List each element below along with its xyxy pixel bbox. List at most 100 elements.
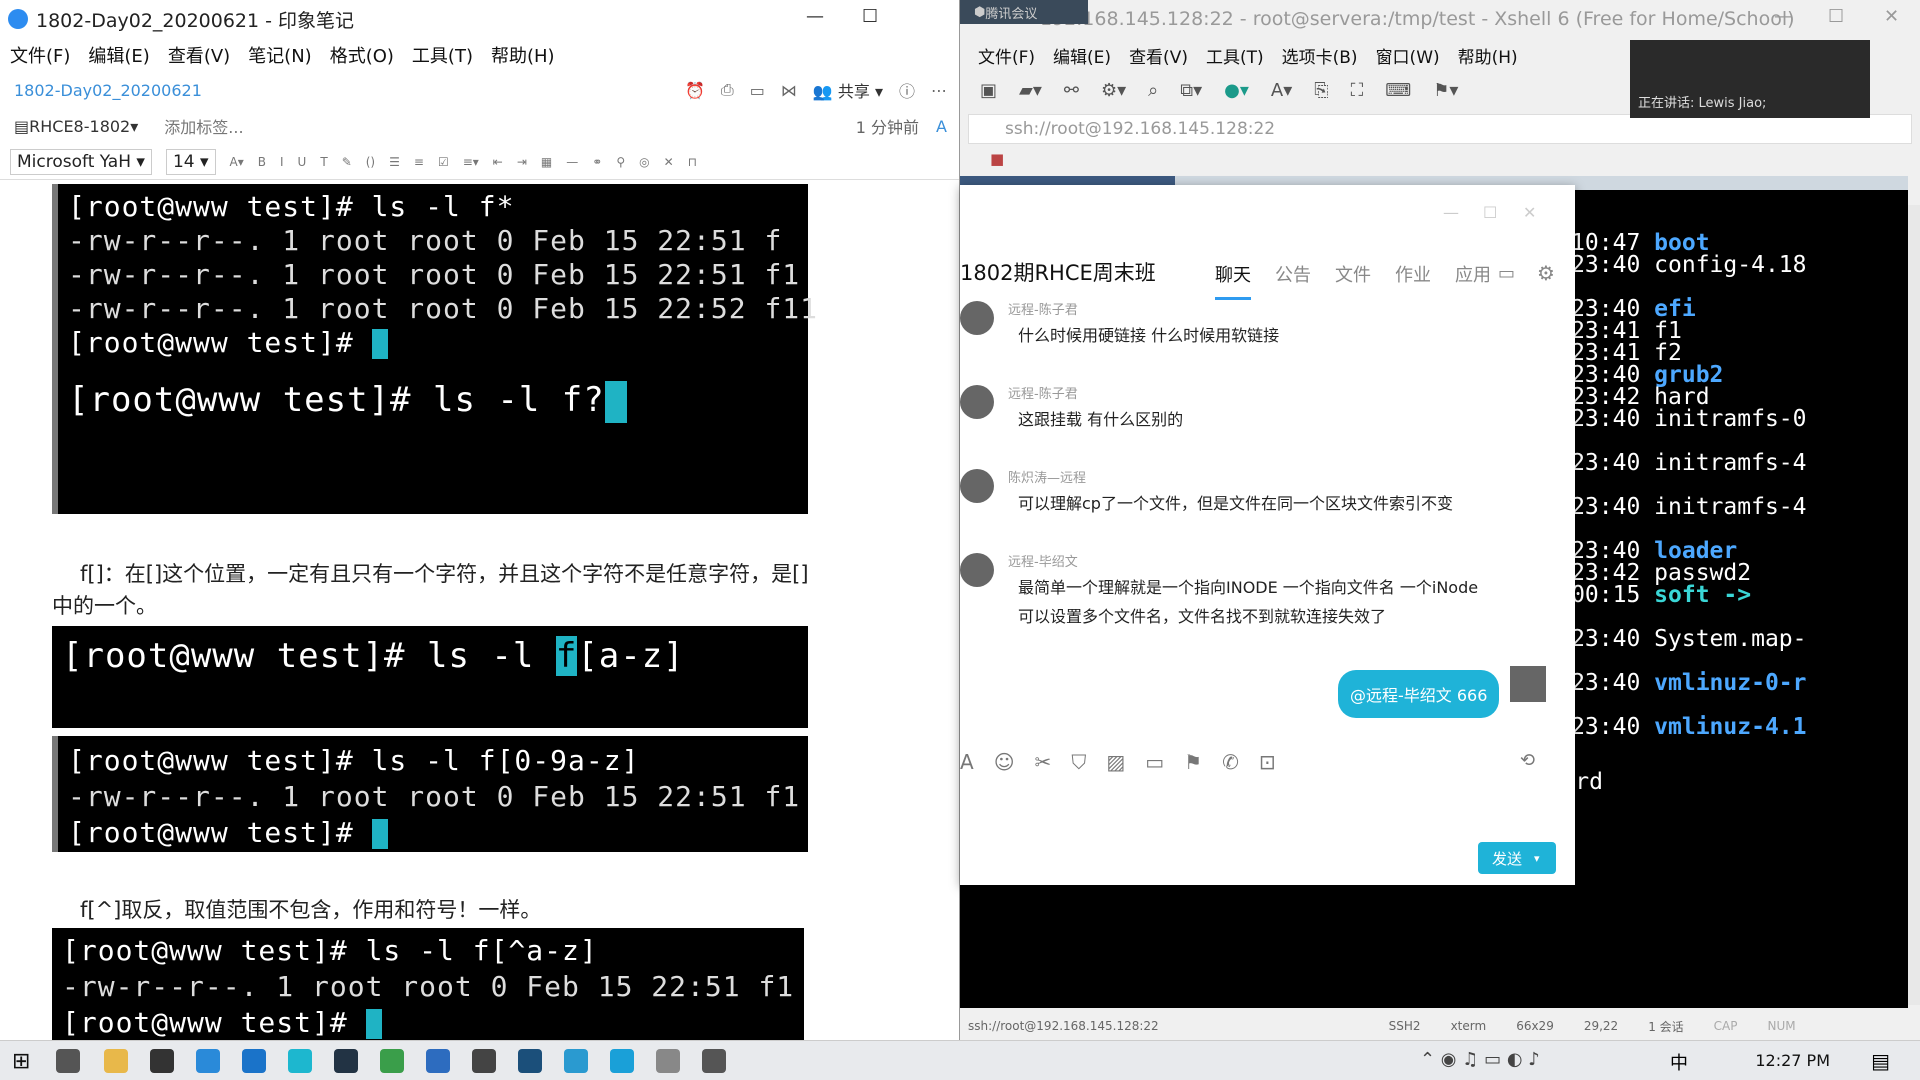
link-icon[interactable]: ⚭ (592, 155, 602, 169)
avatar[interactable] (960, 553, 994, 587)
windows-start-icon[interactable]: ⊞ (12, 1049, 30, 1074)
address-bar[interactable]: ssh://root@192.168.145.128:22 (968, 114, 1912, 144)
outdent-icon[interactable]: ⇤ (493, 155, 503, 169)
table-icon[interactable]: ▦ (541, 155, 552, 169)
my-avatar[interactable] (1510, 666, 1546, 702)
avatar[interactable] (960, 385, 994, 419)
menu-edit[interactable]: 编辑(E) (1053, 43, 1111, 68)
script-icon[interactable]: ⚑▾ (1433, 80, 1458, 101)
info-icon[interactable]: ⓘ (899, 78, 915, 102)
tab-chat[interactable]: 聊天 (1215, 261, 1251, 300)
tab-files[interactable]: 文件 (1335, 261, 1371, 300)
settings-icon[interactable]: ⚙ (1537, 261, 1555, 285)
share-button[interactable]: 👥 共享 ▾ (813, 78, 883, 102)
history-icon[interactable]: ⟲ (1520, 750, 1535, 771)
open-icon[interactable]: ▰▾ (1019, 80, 1042, 101)
strike-icon[interactable]: T (320, 155, 327, 169)
image-icon[interactable]: ▨ (1106, 750, 1125, 774)
chrome-icon[interactable] (380, 1049, 404, 1073)
shield-icon[interactable]: ⛉ (1071, 750, 1086, 774)
tab-notice[interactable]: 公告 (1275, 261, 1311, 300)
message-input[interactable] (960, 785, 1560, 833)
app-icon[interactable] (472, 1049, 496, 1073)
search-icon[interactable]: ⌕ (1148, 80, 1158, 101)
chevron-down-icon[interactable]: ▾ (1534, 852, 1540, 865)
font-size-select[interactable]: 14 ▾ (165, 148, 216, 175)
bold-icon[interactable]: B (258, 155, 266, 169)
ime-indicator[interactable]: 中 (1670, 1049, 1688, 1075)
emoji-icon[interactable]: ☺ (994, 750, 1015, 774)
italic-icon[interactable]: I (280, 155, 284, 169)
add-tag-input[interactable]: 添加标签... (164, 114, 243, 138)
notification-icon[interactable]: ▤ (1871, 1049, 1890, 1073)
align-icon[interactable]: ≡▾ (463, 155, 479, 169)
hr-icon[interactable]: — (566, 155, 578, 169)
app-icon[interactable] (610, 1049, 634, 1073)
app-icon[interactable] (656, 1049, 680, 1073)
edge-icon[interactable] (242, 1049, 266, 1073)
avatar[interactable] (960, 301, 994, 335)
meeting-app-icon[interactable] (288, 1049, 312, 1073)
tray-icons[interactable]: ⌃ ◉ ♫ ▭ ◐ ♪ (1420, 1049, 1540, 1070)
menu-help[interactable]: 帮助(H) (491, 42, 555, 68)
phone-icon[interactable]: ✆ (1222, 750, 1239, 774)
xshell-icon[interactable] (518, 1049, 542, 1073)
font-a-icon[interactable]: A (936, 117, 947, 136)
clear-format-icon[interactable]: ✕ (664, 155, 674, 169)
checkbox-icon[interactable]: ☑ (438, 155, 449, 169)
menu-format[interactable]: 格式(O) (330, 42, 394, 68)
highlight-icon[interactable]: ✎ (342, 155, 352, 169)
tab-homework[interactable]: 作业 (1395, 261, 1431, 300)
maximize-icon[interactable]: ☐ (1828, 6, 1844, 27)
app-icon[interactable] (702, 1049, 726, 1073)
menu-tools[interactable]: 工具(T) (1206, 43, 1264, 68)
task-view-icon[interactable] (56, 1049, 80, 1073)
underline-icon[interactable]: U (298, 155, 307, 169)
screen-icon[interactable]: ▭ (1498, 263, 1515, 284)
menu-window[interactable]: 窗口(W) (1376, 43, 1440, 68)
indent-icon[interactable]: ⇥ (517, 155, 527, 169)
sender-name[interactable]: 远程-陈子君 (1008, 299, 1078, 318)
menu-edit[interactable]: 编辑(E) (88, 42, 149, 68)
menu-view[interactable]: 查看(V) (168, 42, 230, 68)
maximize-icon[interactable]: ☐ (862, 6, 878, 27)
file-explorer-icon[interactable] (104, 1049, 128, 1073)
menu-view[interactable]: 查看(V) (1129, 43, 1188, 68)
menu-file[interactable]: 文件(F) (978, 43, 1035, 68)
print-icon[interactable]: ⎙ (721, 80, 734, 100)
close-icon[interactable]: ✕ (1884, 6, 1899, 27)
tab-apps[interactable]: 应用 (1455, 261, 1491, 300)
number-list-icon[interactable]: ≡ (414, 155, 424, 169)
bullet-list-icon[interactable]: ☰ (389, 155, 400, 169)
present-icon[interactable]: ▭ (750, 81, 765, 100)
menu-file[interactable]: 文件(F) (10, 42, 70, 68)
attach-icon[interactable]: ⚲ (616, 155, 625, 169)
menu-help[interactable]: 帮助(H) (1458, 43, 1518, 68)
menu-tools[interactable]: 工具(T) (412, 42, 473, 68)
minimize-icon[interactable]: — (1443, 203, 1459, 222)
notebook-selector[interactable]: ▤RHCE8-1802▾ (14, 117, 138, 136)
sender-name[interactable]: 远程-毕绍文 (1008, 551, 1078, 570)
connect-icon[interactable]: ⚯ (1064, 80, 1079, 101)
maximize-icon[interactable]: ☐ (1483, 203, 1497, 222)
screen-share-icon[interactable]: ⊡ (1259, 750, 1276, 774)
font-icon[interactable]: A▾ (1271, 80, 1292, 101)
vmware-icon[interactable] (426, 1049, 450, 1073)
clock[interactable]: 12:27 PM (1755, 1051, 1830, 1070)
globe-icon[interactable]: ●▾ (1224, 80, 1249, 101)
copy-icon[interactable]: ⧉▾ (1180, 80, 1202, 101)
menu-tabs[interactable]: 选项卡(B) (1282, 43, 1358, 68)
properties-icon[interactable]: ⚙▾ (1101, 80, 1126, 101)
app-icon[interactable] (150, 1049, 174, 1073)
minimize-icon[interactable]: — (1774, 6, 1792, 27)
note-title[interactable]: 1802-Day02_20200621 (14, 81, 202, 100)
reminder-icon[interactable]: ⏰ (685, 81, 705, 100)
keyboard-icon[interactable]: ⌨ (1385, 80, 1411, 101)
new-session-icon[interactable]: ▣ (980, 80, 997, 101)
encrypt-icon[interactable]: ◎ (639, 155, 649, 169)
vertical-scrollbar[interactable] (1908, 205, 1920, 1005)
font-family-select[interactable]: Microsoft YaH ▾ (10, 148, 152, 175)
more-icon[interactable]: ⋯ (931, 81, 947, 100)
scissors-icon[interactable]: ✂ (1035, 750, 1052, 774)
text-color-icon[interactable]: A▾ (230, 155, 244, 169)
